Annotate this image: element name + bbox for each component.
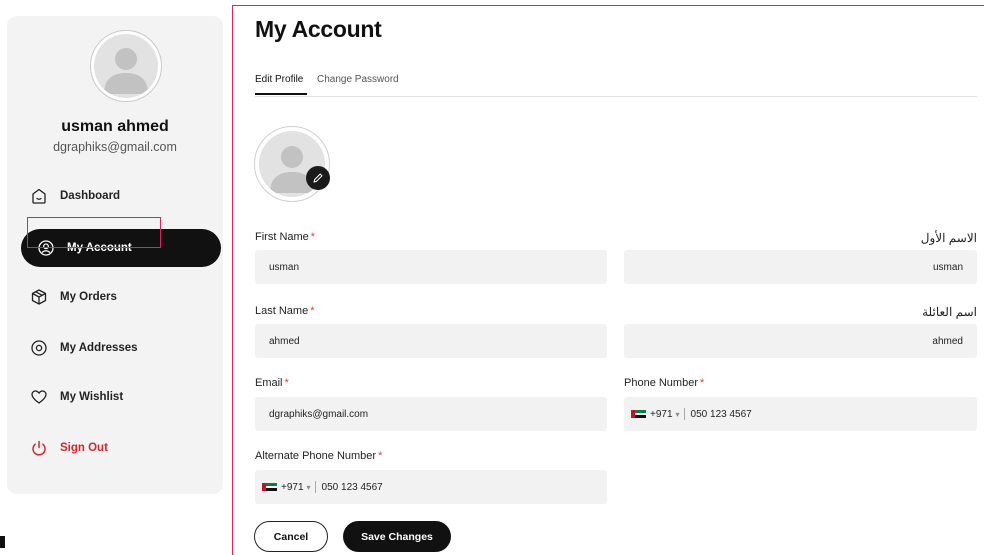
- power-icon: [30, 439, 48, 457]
- sidebar-item-label: My Addresses: [60, 342, 138, 354]
- sidebar-item-my-orders[interactable]: My Orders: [14, 278, 214, 316]
- alt-phone-field[interactable]: +971 ▾ 050 123 4567: [255, 470, 607, 504]
- alt-phone-label: Alternate Phone Number *: [255, 450, 383, 462]
- divider: [683, 408, 685, 420]
- user-name: usman ahmed: [61, 118, 169, 135]
- alt-phone-number-value: 050 123 4567: [321, 481, 383, 493]
- save-changes-button[interactable]: Save Changes: [343, 521, 451, 552]
- last-name-ar-field[interactable]: ahmed: [624, 324, 977, 358]
- profile-avatar: [254, 126, 330, 202]
- avatar: [90, 30, 162, 102]
- phone-number-value: 050 123 4567: [690, 408, 752, 420]
- sidebar-item-label: My Account: [67, 242, 132, 254]
- last-name-label: Last Name *: [255, 305, 315, 317]
- phone-field[interactable]: +971 ▾ 050 123 4567: [624, 397, 977, 431]
- first-name-ar-field[interactable]: usman: [624, 250, 977, 284]
- edit-avatar-button[interactable]: [306, 166, 330, 190]
- tab-change-password[interactable]: Change Password: [317, 74, 399, 85]
- first-name-ar-label: الاسم الأول: [920, 231, 977, 245]
- uae-flag-icon: [631, 410, 646, 418]
- pencil-icon: [313, 173, 323, 183]
- divider: [314, 481, 316, 493]
- user-email: dgraphiks@gmail.com: [53, 140, 177, 154]
- user-circle-icon: [37, 239, 55, 257]
- country-code[interactable]: +971: [650, 409, 673, 420]
- sidebar-item-my-account[interactable]: My Account: [21, 229, 221, 267]
- cancel-button[interactable]: Cancel: [254, 521, 328, 552]
- phone-label: Phone Number *: [624, 377, 705, 389]
- active-tab-indicator: [255, 93, 307, 95]
- last-name-ar-label: اسم العائلة: [922, 305, 977, 319]
- home-icon: [30, 187, 48, 205]
- sidebar-item-label: Dashboard: [60, 190, 121, 202]
- last-name-field[interactable]: ahmed: [255, 324, 607, 358]
- sidebar-item-label: My Orders: [60, 291, 117, 303]
- page-title: My Account: [255, 16, 382, 42]
- email-field[interactable]: dgraphiks@gmail.com: [255, 397, 607, 431]
- email-label: Email *: [255, 377, 289, 389]
- sidebar-item-label: Sign Out: [60, 442, 108, 454]
- profile-tabs: Edit Profile Change Password: [255, 72, 977, 97]
- box-icon: [30, 288, 48, 306]
- sidebar-item-dashboard[interactable]: Dashboard: [14, 177, 214, 215]
- chevron-down-icon[interactable]: ▾: [676, 410, 680, 419]
- country-code[interactable]: +971: [281, 482, 304, 493]
- first-name-field[interactable]: usman: [255, 250, 607, 284]
- sidebar-item-label: My Wishlist: [60, 391, 124, 403]
- sidebar-item-my-addresses[interactable]: My Addresses: [14, 329, 214, 367]
- heart-icon: [30, 388, 48, 406]
- uae-flag-icon: [262, 483, 277, 491]
- sidebar-item-my-wishlist[interactable]: My Wishlist: [14, 378, 214, 416]
- first-name-label: First Name *: [255, 231, 316, 243]
- user-silhouette-icon: [104, 48, 148, 94]
- location-pin-icon: [30, 339, 48, 357]
- chevron-down-icon[interactable]: ▾: [307, 483, 311, 492]
- edge-fragment: [0, 536, 5, 548]
- sign-out-button[interactable]: Sign Out: [14, 429, 214, 467]
- tab-edit-profile[interactable]: Edit Profile: [255, 74, 303, 85]
